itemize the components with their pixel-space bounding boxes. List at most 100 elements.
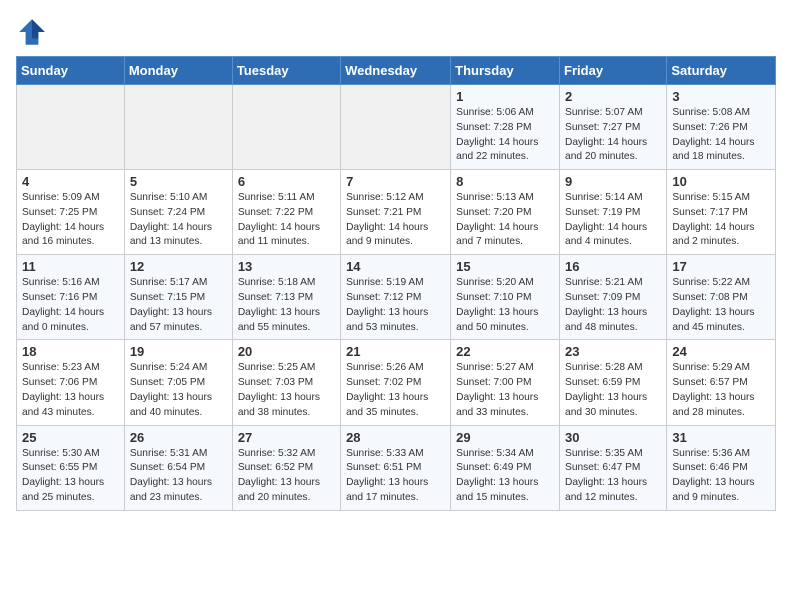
day-number: 21: [346, 344, 445, 359]
day-number: 16: [565, 259, 661, 274]
table-row: 20 Sunrise: 5:25 AM Sunset: 7:03 PM Dayli…: [232, 340, 340, 425]
day-info: Sunrise: 5:32 AM Sunset: 6:52 PM Dayligh…: [238, 447, 335, 506]
table-row: 15 Sunrise: 5:20 AM Sunset: 7:10 PM Dayli…: [451, 255, 560, 340]
table-row: 18Sunrise: 5:23 AM Sunset: 7:06 PM Dayli…: [17, 340, 125, 425]
day-info: Sunrise: 5:27 AM Sunset: 7:00 PM Dayligh…: [456, 361, 554, 420]
day-number: 5: [130, 174, 227, 189]
table-row: 7 Sunrise: 5:12 AM Sunset: 7:21 PM Daylig…: [341, 170, 451, 255]
table-row: 6 Sunrise: 5:11 AM Sunset: 7:22 PM Daylig…: [232, 170, 340, 255]
table-row: [232, 85, 340, 170]
table-row: 22 Sunrise: 5:27 AM Sunset: 7:00 PM Dayli…: [451, 340, 560, 425]
table-row: 31Sunrise: 5:36 AM Sunset: 6:46 PM Dayli…: [667, 425, 776, 510]
weekday-header-row: SundayMondayTuesdayWednesdayThursdayFrid…: [17, 57, 776, 85]
weekday-header-tuesday: Tuesday: [232, 57, 340, 85]
table-row: [124, 85, 232, 170]
day-number: 22: [456, 344, 554, 359]
table-row: 13 Sunrise: 5:18 AM Sunset: 7:13 PM Dayli…: [232, 255, 340, 340]
day-info: Sunrise: 5:31 AM Sunset: 6:54 PM Dayligh…: [130, 447, 227, 506]
day-info: Sunrise: 5:15 AM Sunset: 7:17 PM Dayligh…: [672, 191, 770, 250]
day-number: 9: [565, 174, 661, 189]
table-row: 25 Sunrise: 5:30 AM Sunset: 6:55 PM Dayli…: [17, 425, 125, 510]
day-info: Sunrise: 5:17 AM Sunset: 7:15 PM Dayligh…: [130, 276, 227, 335]
day-info: Sunrise: 5:21 AM Sunset: 7:09 PM Dayligh…: [565, 276, 661, 335]
table-row: 23 Sunrise: 5:28 AM Sunset: 6:59 PM Dayli…: [560, 340, 667, 425]
table-row: 1 Sunrise: 5:06 AM Sunset: 7:28 PM Daylig…: [451, 85, 560, 170]
day-info: Sunrise: 5:12 AM Sunset: 7:21 PM Dayligh…: [346, 191, 445, 250]
day-number: 2: [565, 89, 661, 104]
calendar-table: SundayMondayTuesdayWednesdayThursdayFrid…: [16, 56, 776, 511]
day-info: Sunrise: 5:07 AM Sunset: 7:27 PM Dayligh…: [565, 106, 661, 165]
day-number: 8: [456, 174, 554, 189]
day-number: 30: [565, 430, 661, 445]
day-number: 1: [456, 89, 554, 104]
day-info: Sunrise: 5:11 AM Sunset: 7:22 PM Dayligh…: [238, 191, 335, 250]
day-number: 3: [672, 89, 770, 104]
table-row: 11 Sunrise: 5:16 AM Sunset: 7:16 PM Dayli…: [17, 255, 125, 340]
table-row: 24Sunrise: 5:29 AM Sunset: 6:57 PM Dayli…: [667, 340, 776, 425]
weekday-header-monday: Monday: [124, 57, 232, 85]
day-number: 20: [238, 344, 335, 359]
day-number: 15: [456, 259, 554, 274]
table-row: 9 Sunrise: 5:14 AM Sunset: 7:19 PM Daylig…: [560, 170, 667, 255]
day-info: Sunrise: 5:14 AM Sunset: 7:19 PM Dayligh…: [565, 191, 661, 250]
day-number: 19: [130, 344, 227, 359]
day-number: 18: [22, 344, 119, 359]
table-row: 5Sunrise: 5:10 AM Sunset: 7:24 PM Daylig…: [124, 170, 232, 255]
day-info: Sunrise: 5:08 AM Sunset: 7:26 PM Dayligh…: [672, 106, 770, 165]
day-number: 7: [346, 174, 445, 189]
table-row: 4 Sunrise: 5:09 AM Sunset: 7:25 PM Daylig…: [17, 170, 125, 255]
day-info: Sunrise: 5:33 AM Sunset: 6:51 PM Dayligh…: [346, 447, 445, 506]
day-info: Sunrise: 5:35 AM Sunset: 6:47 PM Dayligh…: [565, 447, 661, 506]
calendar-header: SundayMondayTuesdayWednesdayThursdayFrid…: [17, 57, 776, 85]
day-info: Sunrise: 5:06 AM Sunset: 7:28 PM Dayligh…: [456, 106, 554, 165]
day-info: Sunrise: 5:30 AM Sunset: 6:55 PM Dayligh…: [22, 447, 119, 506]
table-row: 28 Sunrise: 5:33 AM Sunset: 6:51 PM Dayli…: [341, 425, 451, 510]
table-row: 10 Sunrise: 5:15 AM Sunset: 7:17 PM Dayli…: [667, 170, 776, 255]
table-row: 17Sunrise: 5:22 AM Sunset: 7:08 PM Dayli…: [667, 255, 776, 340]
day-info: Sunrise: 5:24 AM Sunset: 7:05 PM Dayligh…: [130, 361, 227, 420]
day-number: 13: [238, 259, 335, 274]
table-row: 2 Sunrise: 5:07 AM Sunset: 7:27 PM Daylig…: [560, 85, 667, 170]
table-row: 12Sunrise: 5:17 AM Sunset: 7:15 PM Dayli…: [124, 255, 232, 340]
table-row: 29Sunrise: 5:34 AM Sunset: 6:49 PM Dayli…: [451, 425, 560, 510]
day-number: 25: [22, 430, 119, 445]
day-number: 28: [346, 430, 445, 445]
table-row: [17, 85, 125, 170]
calendar-week-3: 11 Sunrise: 5:16 AM Sunset: 7:16 PM Dayli…: [17, 255, 776, 340]
day-info: Sunrise: 5:19 AM Sunset: 7:12 PM Dayligh…: [346, 276, 445, 335]
weekday-header-friday: Friday: [560, 57, 667, 85]
day-number: 26: [130, 430, 227, 445]
table-row: 14 Sunrise: 5:19 AM Sunset: 7:12 PM Dayli…: [341, 255, 451, 340]
day-number: 14: [346, 259, 445, 274]
day-info: Sunrise: 5:22 AM Sunset: 7:08 PM Dayligh…: [672, 276, 770, 335]
day-info: Sunrise: 5:20 AM Sunset: 7:10 PM Dayligh…: [456, 276, 554, 335]
weekday-header-wednesday: Wednesday: [341, 57, 451, 85]
weekday-header-saturday: Saturday: [667, 57, 776, 85]
calendar-week-1: 1 Sunrise: 5:06 AM Sunset: 7:28 PM Daylig…: [17, 85, 776, 170]
table-row: [341, 85, 451, 170]
day-number: 4: [22, 174, 119, 189]
day-info: Sunrise: 5:13 AM Sunset: 7:20 PM Dayligh…: [456, 191, 554, 250]
day-number: 10: [672, 174, 770, 189]
calendar-week-5: 25 Sunrise: 5:30 AM Sunset: 6:55 PM Dayli…: [17, 425, 776, 510]
day-info: Sunrise: 5:16 AM Sunset: 7:16 PM Dayligh…: [22, 276, 119, 335]
day-info: Sunrise: 5:25 AM Sunset: 7:03 PM Dayligh…: [238, 361, 335, 420]
table-row: 19 Sunrise: 5:24 AM Sunset: 7:05 PM Dayli…: [124, 340, 232, 425]
table-row: 3 Sunrise: 5:08 AM Sunset: 7:26 PM Daylig…: [667, 85, 776, 170]
day-info: Sunrise: 5:18 AM Sunset: 7:13 PM Dayligh…: [238, 276, 335, 335]
day-info: Sunrise: 5:29 AM Sunset: 6:57 PM Dayligh…: [672, 361, 770, 420]
day-info: Sunrise: 5:34 AM Sunset: 6:49 PM Dayligh…: [456, 447, 554, 506]
day-info: Sunrise: 5:28 AM Sunset: 6:59 PM Dayligh…: [565, 361, 661, 420]
table-row: 21Sunrise: 5:26 AM Sunset: 7:02 PM Dayli…: [341, 340, 451, 425]
page-header: [16, 16, 776, 48]
calendar-body: 1 Sunrise: 5:06 AM Sunset: 7:28 PM Daylig…: [17, 85, 776, 511]
day-number: 11: [22, 259, 119, 274]
table-row: 30 Sunrise: 5:35 AM Sunset: 6:47 PM Dayli…: [560, 425, 667, 510]
day-info: Sunrise: 5:09 AM Sunset: 7:25 PM Dayligh…: [22, 191, 119, 250]
logo-icon: [16, 16, 48, 48]
table-row: 27Sunrise: 5:32 AM Sunset: 6:52 PM Dayli…: [232, 425, 340, 510]
day-number: 23: [565, 344, 661, 359]
day-number: 6: [238, 174, 335, 189]
table-row: 16 Sunrise: 5:21 AM Sunset: 7:09 PM Dayli…: [560, 255, 667, 340]
weekday-header-thursday: Thursday: [451, 57, 560, 85]
